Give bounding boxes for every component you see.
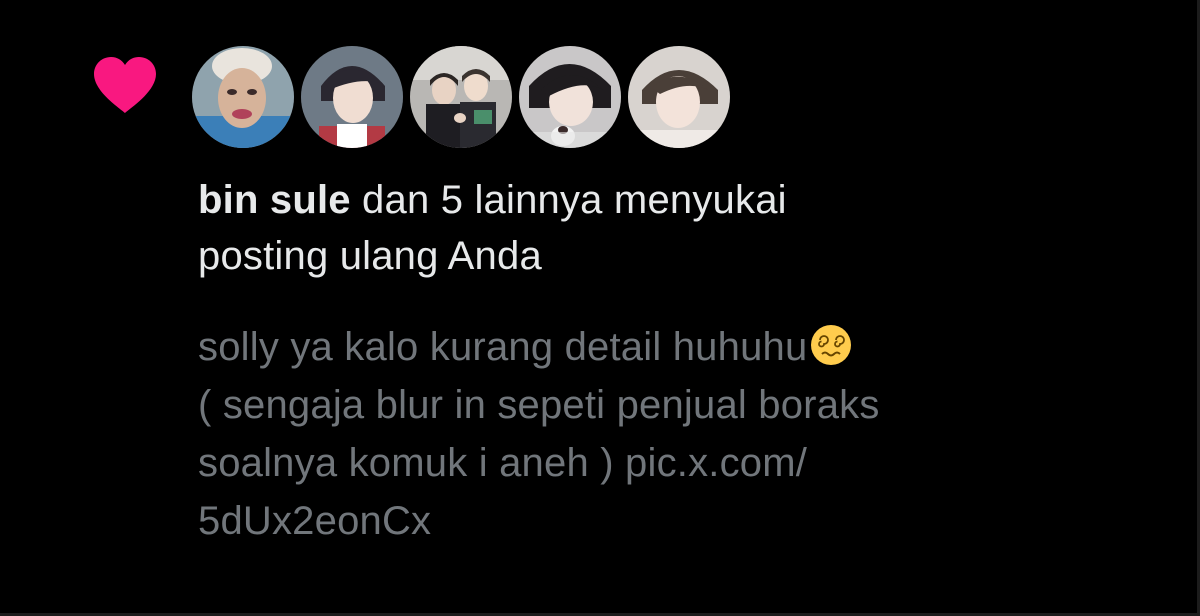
notification-card[interactable]: bin sule dan 5 lainnya menyukai posting … bbox=[0, 0, 1200, 616]
notification-headline: bin sule dan 5 lainnya menyukai posting … bbox=[198, 172, 1158, 284]
post-preview-text[interactable]: solly ya kalo kurang detail huhuhu ( sen… bbox=[198, 318, 1158, 550]
post-line-1: solly ya kalo kurang detail huhuhu bbox=[198, 325, 808, 369]
headline-line-2: posting ulang Anda bbox=[198, 234, 542, 278]
avatar[interactable] bbox=[628, 46, 730, 148]
headline-rest-text: dan 5 lainnya menyukai bbox=[350, 178, 787, 222]
avatar[interactable] bbox=[301, 46, 403, 148]
dizzy-face-emoji-icon bbox=[809, 323, 853, 367]
avatar[interactable] bbox=[192, 46, 294, 148]
avatar-row bbox=[192, 46, 730, 148]
post-line-2: ( sengaja blur in sepeti penjual boraks bbox=[198, 383, 880, 427]
avatar[interactable] bbox=[410, 46, 512, 148]
avatar[interactable] bbox=[519, 46, 621, 148]
pic-link-continued[interactable]: 5dUx2eonCx bbox=[198, 492, 1158, 550]
user-name-link[interactable]: bin sule bbox=[198, 178, 351, 222]
post-line-3: soalnya komuk i aneh ) bbox=[198, 441, 626, 485]
heart-icon bbox=[92, 56, 158, 114]
pic-link[interactable]: pic.x.com/ bbox=[625, 441, 807, 485]
